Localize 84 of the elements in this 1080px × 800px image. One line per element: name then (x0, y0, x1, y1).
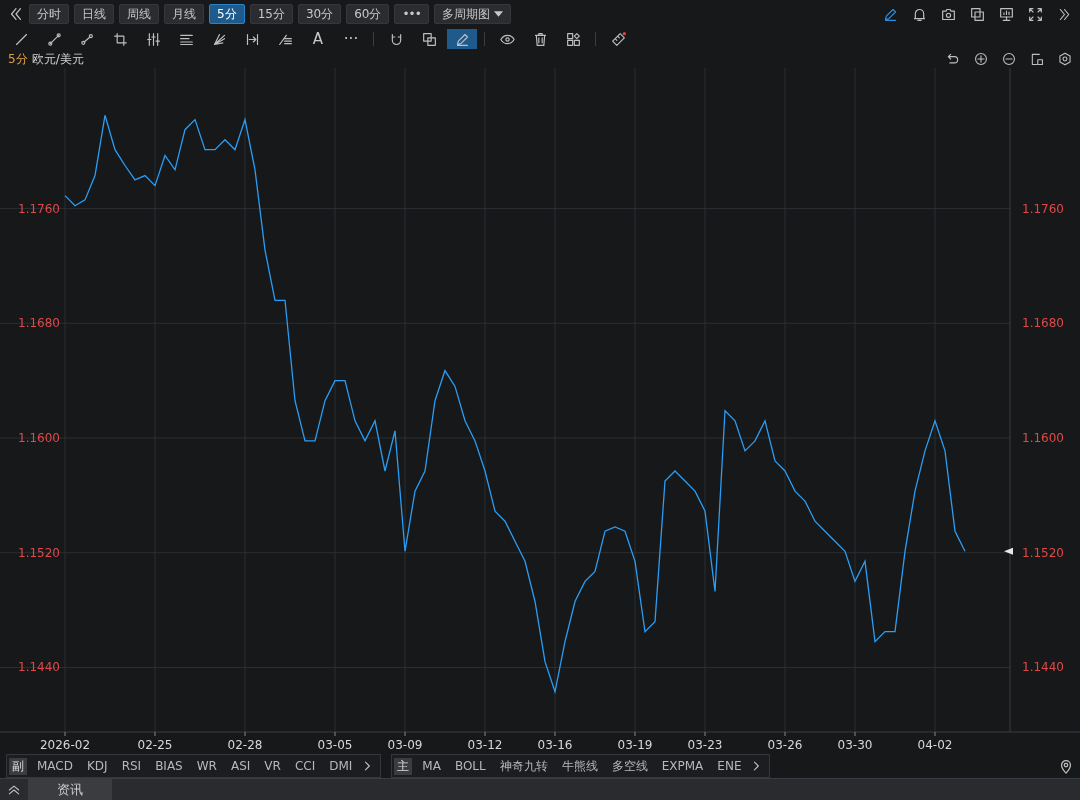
y-axis-label: 1.1440 (18, 660, 60, 675)
y-axis-label: 1.1600 (18, 431, 60, 445)
bell-icon[interactable] (912, 6, 927, 22)
x-axis-label: 03-16 (537, 738, 573, 752)
x-axis-label: 03-26 (767, 738, 803, 752)
fullscreen-icon[interactable] (1028, 6, 1043, 22)
monitor-icon[interactable] (999, 6, 1014, 22)
indicator-button[interactable]: EXPMA (655, 759, 710, 773)
y-axis-label: 1.1680 (18, 316, 60, 331)
x-axis-label: 03-30 (837, 738, 873, 752)
indicator-button[interactable]: 神奇九转 (493, 757, 554, 775)
y-axis-label: 1.1440 (1022, 660, 1064, 675)
indicator-button[interactable]: BOLL (448, 759, 492, 773)
y-axis-label: 1.1680 (1022, 316, 1064, 331)
bottom-tab[interactable]: 资讯 (28, 779, 112, 800)
undo-icon[interactable] (946, 52, 960, 66)
x-axis-label: 02-28 (227, 738, 263, 752)
indicator-button[interactable]: DMI (323, 759, 359, 773)
y-axis-label: 1.1600 (1022, 431, 1064, 445)
trash-icon (532, 31, 548, 47)
indicator-button[interactable]: 多空线 (605, 757, 654, 775)
location-pin-icon[interactable] (1058, 758, 1074, 774)
period-tab[interactable]: 60分 (346, 4, 390, 24)
layers-icon (421, 31, 437, 47)
x-axis-label: 03-09 (387, 738, 423, 752)
zoom-in-icon[interactable] (974, 52, 988, 66)
text-tool[interactable]: A (303, 29, 333, 49)
sub-tag: 副 (9, 757, 27, 775)
y-axis-label: 1.1520 (1022, 545, 1064, 560)
indicator-button[interactable]: ENE (711, 759, 748, 773)
indicator-button[interactable]: WR (190, 759, 223, 773)
copy-icon[interactable] (970, 6, 985, 22)
text-tool[interactable]: ··· (336, 29, 366, 49)
indicator-button[interactable]: ASI (224, 759, 257, 773)
indicator-button[interactable]: 牛熊线 (555, 757, 604, 775)
x-axis-label: 02-25 (137, 738, 173, 752)
expand-icon[interactable] (1057, 6, 1072, 22)
x-axis-label: 03-19 (617, 738, 653, 752)
window-icon[interactable] (1030, 52, 1044, 66)
pencil-tool[interactable] (447, 29, 477, 49)
ruler-icon (610, 31, 626, 47)
multi-period-dropdown[interactable]: 多周期图 (433, 4, 511, 24)
line-icon (13, 31, 29, 47)
camera-icon[interactable] (941, 6, 956, 22)
indicator-button[interactable]: BIAS (149, 759, 189, 773)
y-axis-label: 1.1760 (18, 201, 60, 216)
x-axis-label: 03-23 (687, 738, 723, 752)
pencil-icon[interactable] (883, 6, 898, 22)
measure-icon (244, 31, 260, 47)
period-tab[interactable]: 月线 (164, 4, 204, 24)
y-axis-label: 1.1760 (1022, 201, 1064, 216)
more-button[interactable]: ••• (394, 4, 429, 24)
period-tab[interactable]: 周线 (119, 4, 159, 24)
fan-icon (211, 31, 227, 47)
segment-icon (46, 31, 62, 47)
x-axis-label: 2026-02 (39, 738, 91, 752)
grid-icon (565, 31, 581, 47)
x-axis-label: 04-02 (917, 738, 953, 752)
indicator-button[interactable]: VR (258, 759, 287, 773)
chart-period: 5分 (8, 50, 28, 68)
bars-icon (145, 31, 161, 47)
period-tab[interactable]: 日线 (74, 4, 114, 24)
indicator-button[interactable]: MACD (31, 759, 79, 773)
settings-icon[interactable] (1058, 52, 1072, 66)
indicator-button[interactable]: KDJ (81, 759, 114, 773)
indicator-button[interactable]: RSI (115, 759, 148, 773)
indicator-button[interactable]: MA (416, 759, 447, 773)
period-tab[interactable]: 15分 (249, 4, 293, 24)
y-axis-label: 1.1520 (18, 545, 60, 560)
x-axis-label: 03-05 (317, 738, 353, 752)
x-axis-label: 03-12 (467, 738, 503, 752)
period-tab[interactable]: 5分 (209, 4, 245, 24)
period-tab[interactable]: 30分 (297, 4, 342, 24)
symbol-name: 欧元/美元 (31, 50, 84, 68)
crop-icon (112, 31, 128, 47)
main-tag: 主 (394, 757, 413, 775)
zoom-out-icon[interactable] (1002, 52, 1016, 66)
pencil-icon (454, 31, 470, 47)
collapse-icon[interactable] (8, 6, 24, 22)
ray-icon (79, 31, 95, 47)
caret-icon (493, 11, 503, 17)
price-marker-icon (1004, 547, 1013, 555)
indicator-button[interactable]: CCI (288, 759, 322, 773)
period-tab[interactable]: 分时 (29, 4, 69, 24)
